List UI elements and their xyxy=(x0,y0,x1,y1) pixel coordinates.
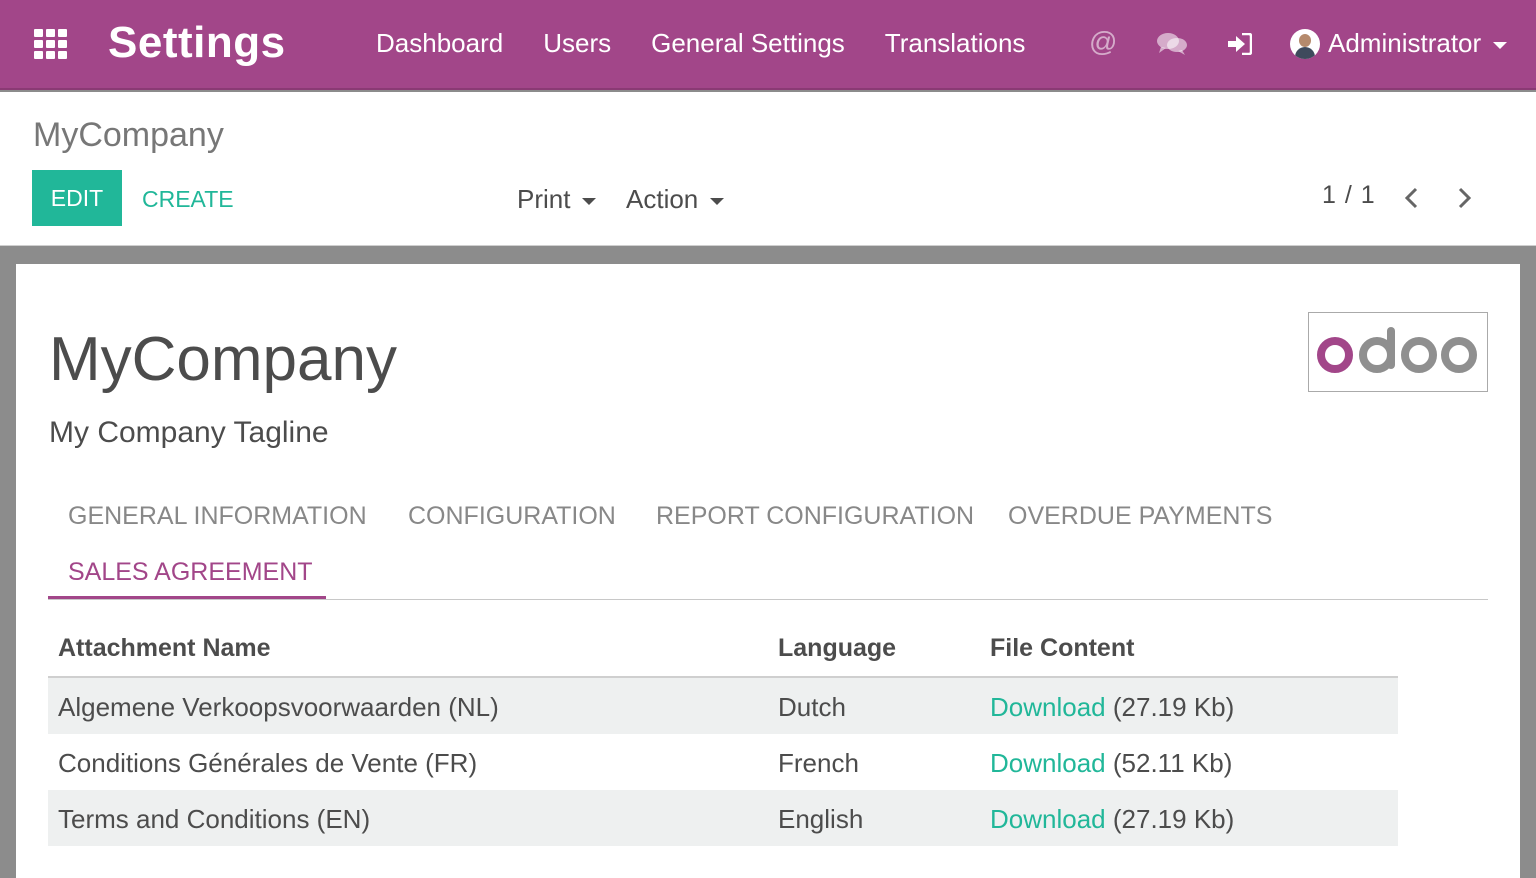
download-link[interactable]: Download xyxy=(990,692,1106,722)
chat-bubbles-icon[interactable] xyxy=(1156,32,1188,61)
file-size: (52.11 Kb) xyxy=(1112,748,1233,778)
form-tabs: GENERAL INFORMATION CONFIGURATION REPORT… xyxy=(48,490,1488,600)
apps-grid-icon[interactable] xyxy=(34,29,68,59)
menu-item-general-settings[interactable]: General Settings xyxy=(651,28,845,59)
table-row[interactable]: Algemene Verkoopsvoorwaarden (NL) Dutch … xyxy=(48,678,1398,734)
company-logo[interactable] xyxy=(1308,312,1488,392)
tab-sales-agreement[interactable]: SALES AGREEMENT xyxy=(68,558,313,587)
form-sheet: MyCompany My Company Tagline GENERAL INF… xyxy=(16,264,1520,878)
user-name: Administrator xyxy=(1328,28,1482,58)
pager-next-icon[interactable] xyxy=(1450,184,1478,212)
at-mention-icon[interactable]: @ xyxy=(1089,26,1117,58)
attachment-name: Terms and Conditions (EN) xyxy=(58,804,371,834)
action-label: Action xyxy=(626,184,699,214)
table-row[interactable]: Terms and Conditions (EN) English Downlo… xyxy=(48,790,1398,846)
file-content: Download (27.19 Kb) xyxy=(990,804,1234,835)
chevron-down-icon xyxy=(582,198,597,205)
attachments-table: Attachment Name Language File Content Al… xyxy=(48,616,1398,846)
table-row[interactable]: Conditions Générales de Vente (FR) Frenc… xyxy=(48,734,1398,790)
action-dropdown[interactable]: Action xyxy=(626,184,725,215)
column-header-file-content[interactable]: File Content xyxy=(990,634,1134,663)
print-dropdown[interactable]: Print xyxy=(517,184,597,215)
pager-previous-icon[interactable] xyxy=(1398,184,1426,212)
tab-report-configuration[interactable]: REPORT CONFIGURATION xyxy=(656,502,974,531)
control-panel: MyCompany EDIT CREATE Print Action 1 / 1 xyxy=(0,92,1536,246)
file-content: Download (27.19 Kb) xyxy=(990,692,1234,723)
file-size: (27.19 Kb) xyxy=(1112,804,1235,834)
attachment-name: Algemene Verkoopsvoorwaarden (NL) xyxy=(58,692,499,722)
attachment-name: Conditions Générales de Vente (FR) xyxy=(58,748,478,778)
file-size: (27.19 Kb) xyxy=(1112,692,1235,722)
chevron-down-icon xyxy=(710,198,725,205)
company-name: MyCompany xyxy=(49,325,397,394)
menu-item-users[interactable]: Users xyxy=(543,28,611,59)
menu-item-translations[interactable]: Translations xyxy=(885,28,1026,59)
pager-value[interactable]: 1 / 1 xyxy=(1322,181,1376,210)
download-link[interactable]: Download xyxy=(990,804,1106,834)
tab-general-information[interactable]: GENERAL INFORMATION xyxy=(68,502,367,531)
attachment-language: English xyxy=(778,804,864,834)
odoo-logo-icon xyxy=(1317,327,1477,373)
download-link[interactable]: Download xyxy=(990,748,1106,778)
table-header: Attachment Name Language File Content xyxy=(48,616,1398,678)
file-content: Download (52.11 Kb) xyxy=(990,748,1232,779)
column-header-attachment-name[interactable]: Attachment Name xyxy=(58,634,271,663)
app-title: Settings xyxy=(108,18,286,67)
chevron-down-icon xyxy=(1493,42,1508,49)
tab-overdue-payments[interactable]: OVERDUE PAYMENTS xyxy=(1008,502,1272,531)
create-button[interactable]: CREATE xyxy=(142,186,234,213)
avatar xyxy=(1290,28,1320,59)
main-menu: Dashboard Users General Settings Transla… xyxy=(376,28,1065,59)
tab-configuration[interactable]: CONFIGURATION xyxy=(408,502,616,531)
sign-in-icon[interactable] xyxy=(1226,32,1253,60)
breadcrumb[interactable]: MyCompany xyxy=(33,116,224,155)
attachment-language: French xyxy=(778,748,859,778)
company-tagline: My Company Tagline xyxy=(49,416,329,449)
attachment-language: Dutch xyxy=(778,692,846,722)
column-header-language[interactable]: Language xyxy=(778,634,896,663)
user-menu[interactable]: Administrator xyxy=(1290,28,1508,59)
top-navbar: Settings Dashboard Users General Setting… xyxy=(0,0,1536,90)
print-label: Print xyxy=(517,184,571,214)
edit-button[interactable]: EDIT xyxy=(32,170,122,226)
active-tab-indicator xyxy=(48,596,326,599)
menu-item-dashboard[interactable]: Dashboard xyxy=(376,28,503,59)
